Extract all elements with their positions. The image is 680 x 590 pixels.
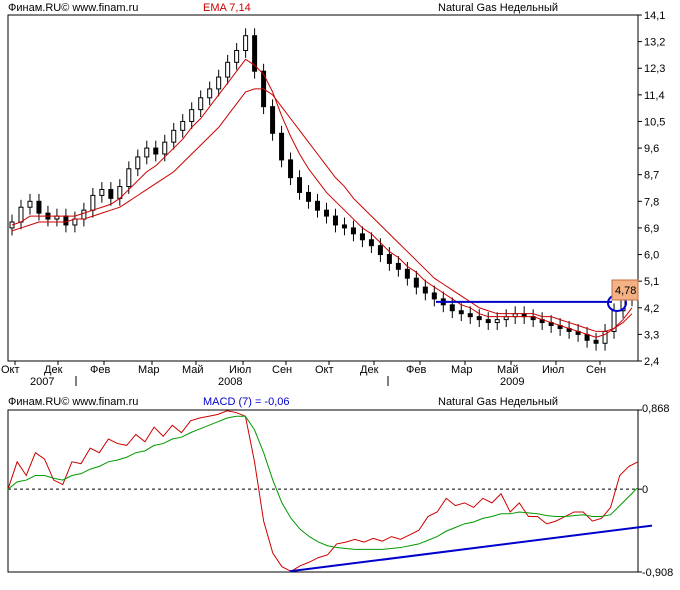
candle-down <box>386 254 392 264</box>
x-year-label: 2008 <box>218 376 242 388</box>
y-tick-label: 10,5 <box>644 116 665 128</box>
candle-down <box>422 286 428 294</box>
candle-down <box>431 292 437 300</box>
x-tick-label: Дек <box>360 364 379 376</box>
candle-up <box>126 168 132 188</box>
candle-up <box>180 120 186 131</box>
candle-down <box>449 304 455 312</box>
candle-down <box>467 313 473 318</box>
candle-up <box>81 209 87 220</box>
y-tick-label: 3,3 <box>644 329 659 341</box>
macd-y-tick-label: 0,868 <box>642 403 670 415</box>
candle-down <box>359 233 365 241</box>
macd-panel: Финам.RU© www.finam.ru MACD (7) = -0,06 … <box>7 396 673 579</box>
candle-down <box>279 132 285 161</box>
candle-up <box>198 97 204 111</box>
candle-down <box>593 339 599 344</box>
candle-up <box>99 188 105 196</box>
candle-down <box>368 239 374 247</box>
x-tick-label: Окт <box>315 364 334 376</box>
candle-down <box>476 316 482 321</box>
macd-header-left: Финам.RU© www.finam.ru <box>8 396 138 408</box>
main-panel: Финам.RU© www.finam.ru EMA 7,14 Natural … <box>1 2 665 388</box>
candle-up <box>18 206 24 223</box>
macd-instrument-title: Natural Gas Недельный <box>438 396 558 408</box>
candle-down <box>377 245 383 256</box>
macd-label: MACD (7) = -0,06 <box>203 396 290 408</box>
y-tick-label: 13,2 <box>644 37 665 49</box>
y-tick-label: 6,0 <box>644 250 659 262</box>
x-tick-label: Май <box>182 364 204 376</box>
candle-down <box>485 319 491 324</box>
macd-plot-frame <box>7 409 639 573</box>
candle-up <box>135 156 141 170</box>
candle-up <box>207 88 213 99</box>
y-tick-label: 2,4 <box>644 356 659 368</box>
x-tick-label: Сен <box>586 364 606 376</box>
candle-up <box>162 141 168 155</box>
x-tick-label: Окт <box>1 364 20 376</box>
candle-up <box>90 194 96 211</box>
x-tick-label: Мар <box>451 364 473 376</box>
x-year-label: 2007 <box>30 376 54 388</box>
y-tick-label: 12,3 <box>644 63 665 75</box>
x-tick-label: Мар <box>138 364 160 376</box>
chart-window: Финам.RU© www.finam.ru EMA 7,14 Natural … <box>1 2 673 579</box>
candle-up <box>225 61 231 78</box>
y-tick-label: 4,2 <box>644 303 659 315</box>
macd-y-tick-label: -0,908 <box>642 567 673 579</box>
main-x-axis: Окт Дек Фев Мар Май Июл Сен Окт Дек Фев Мар Май Июл С… <box>1 361 606 388</box>
current-price-label: 4,78 <box>615 285 636 297</box>
x-tick-label: Сен <box>272 364 292 376</box>
candle-down <box>288 159 294 179</box>
candle-up <box>27 200 33 208</box>
candle-down <box>404 268 410 279</box>
main-instrument-title: Natural Gas Недельный <box>438 2 558 14</box>
candle-down <box>341 224 347 229</box>
candle-up <box>171 129 177 143</box>
x-tick-label: Фев <box>406 364 426 376</box>
x-tick-label: Июл <box>542 364 564 376</box>
candle-down <box>413 277 419 288</box>
y-tick-label: 5,1 <box>644 276 659 288</box>
x-tick-label: Фев <box>90 364 110 376</box>
candle-down <box>323 209 329 217</box>
x-tick-label: Май <box>497 364 519 376</box>
y-tick-label: 8,7 <box>644 170 659 182</box>
candle-down <box>36 200 42 214</box>
candle-down <box>350 227 356 235</box>
candle-up <box>189 109 195 122</box>
candle-down <box>63 215 69 226</box>
y-tick-label: 11,4 <box>644 90 665 102</box>
candle-up <box>243 35 249 51</box>
ema-label: EMA 7,14 <box>203 2 251 14</box>
candle-up <box>144 147 150 158</box>
y-tick-label: 14,1 <box>644 10 665 22</box>
candle-down <box>458 310 464 315</box>
candle-down <box>297 177 303 193</box>
candle-up <box>216 76 222 90</box>
candle-up <box>494 319 500 324</box>
macd-y-tick-label: 0 <box>642 484 648 496</box>
candle-down <box>315 200 321 211</box>
x-year-label: 2009 <box>500 376 524 388</box>
x-tick-label: Июл <box>229 364 251 376</box>
x-tick-label: Дек <box>44 364 63 376</box>
main-header-left: Финам.RU© www.finam.ru <box>8 2 138 14</box>
candle-down <box>270 106 276 134</box>
y-tick-label: 9,6 <box>644 143 659 155</box>
candle-down <box>108 188 114 199</box>
candle-down <box>332 215 338 226</box>
main-y-axis: 14,1 13,2 12,3 11,4 10,5 9,6 8,7 7,8 6,9 6,0 5,1 4,… <box>638 10 665 368</box>
y-tick-label: 6,9 <box>644 223 659 235</box>
candle-down <box>306 191 312 202</box>
candle-down <box>395 262 401 270</box>
candle-up <box>234 49 240 63</box>
y-tick-label: 7,8 <box>644 196 659 208</box>
candle-down <box>153 147 159 155</box>
macd-y-axis: 0,868 0 -0,908 <box>638 403 673 579</box>
